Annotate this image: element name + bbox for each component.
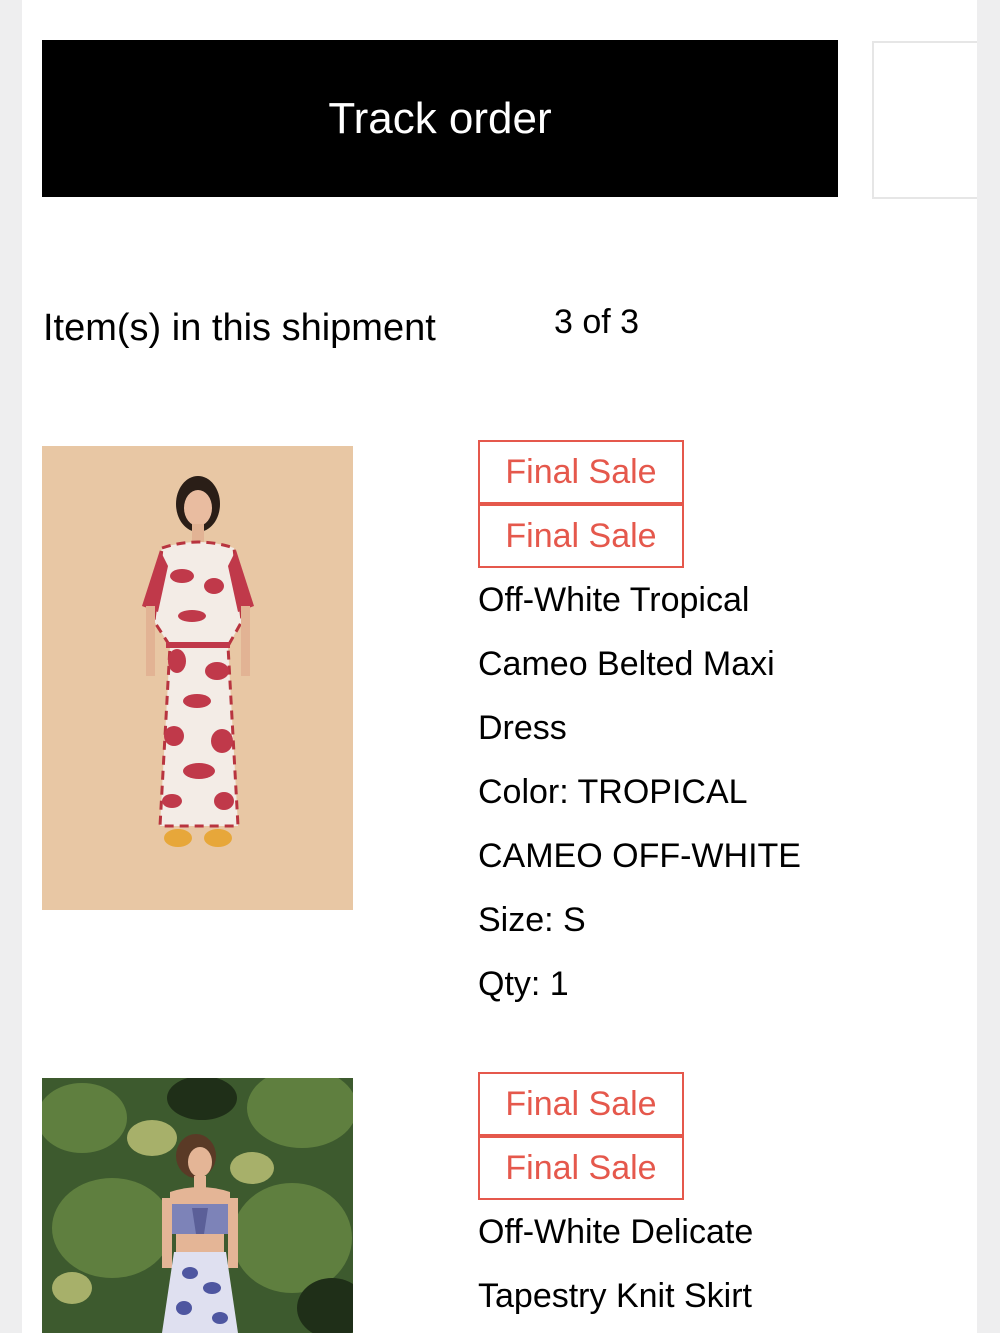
product-name-line: Cameo Belted Maxi (478, 645, 775, 683)
product-name-line: Tapestry Knit Skirt (478, 1277, 752, 1315)
final-sale-badge: Final Sale (478, 1072, 684, 1136)
order-detail-page: Track order Item(s) in this shipment 3 o… (22, 0, 977, 1333)
product-size: Size: S (478, 901, 586, 939)
product-name-line: Off-White Delicate (478, 1213, 754, 1251)
item-details: Final Sale Final Sale Off-White Tropical… (478, 440, 958, 1016)
shipment-item-count: 3 of 3 (554, 303, 640, 341)
product-color-line: CAMEO OFF-WHITE (478, 837, 801, 875)
track-order-label: Track order (328, 93, 552, 143)
product-name-line: Off-White Tropical (478, 581, 750, 619)
final-sale-badge: Final Sale (478, 440, 684, 504)
product-image-skirt[interactable] (42, 1078, 353, 1333)
shipment-heading: Item(s) in this shipment (43, 307, 436, 349)
final-sale-badge: Final Sale (478, 1136, 684, 1200)
track-order-button[interactable]: Track order (42, 40, 838, 197)
product-name-line: Dress (478, 709, 567, 747)
product-image-dress[interactable] (42, 446, 353, 910)
product-qty: Qty: 1 (478, 965, 569, 1003)
item-details: Final Sale Final Sale Off-White Delicate… (478, 1072, 958, 1328)
final-sale-badge: Final Sale (478, 504, 684, 568)
product-color-line: Color: TROPICAL (478, 773, 748, 811)
secondary-action-button[interactable] (872, 41, 977, 199)
